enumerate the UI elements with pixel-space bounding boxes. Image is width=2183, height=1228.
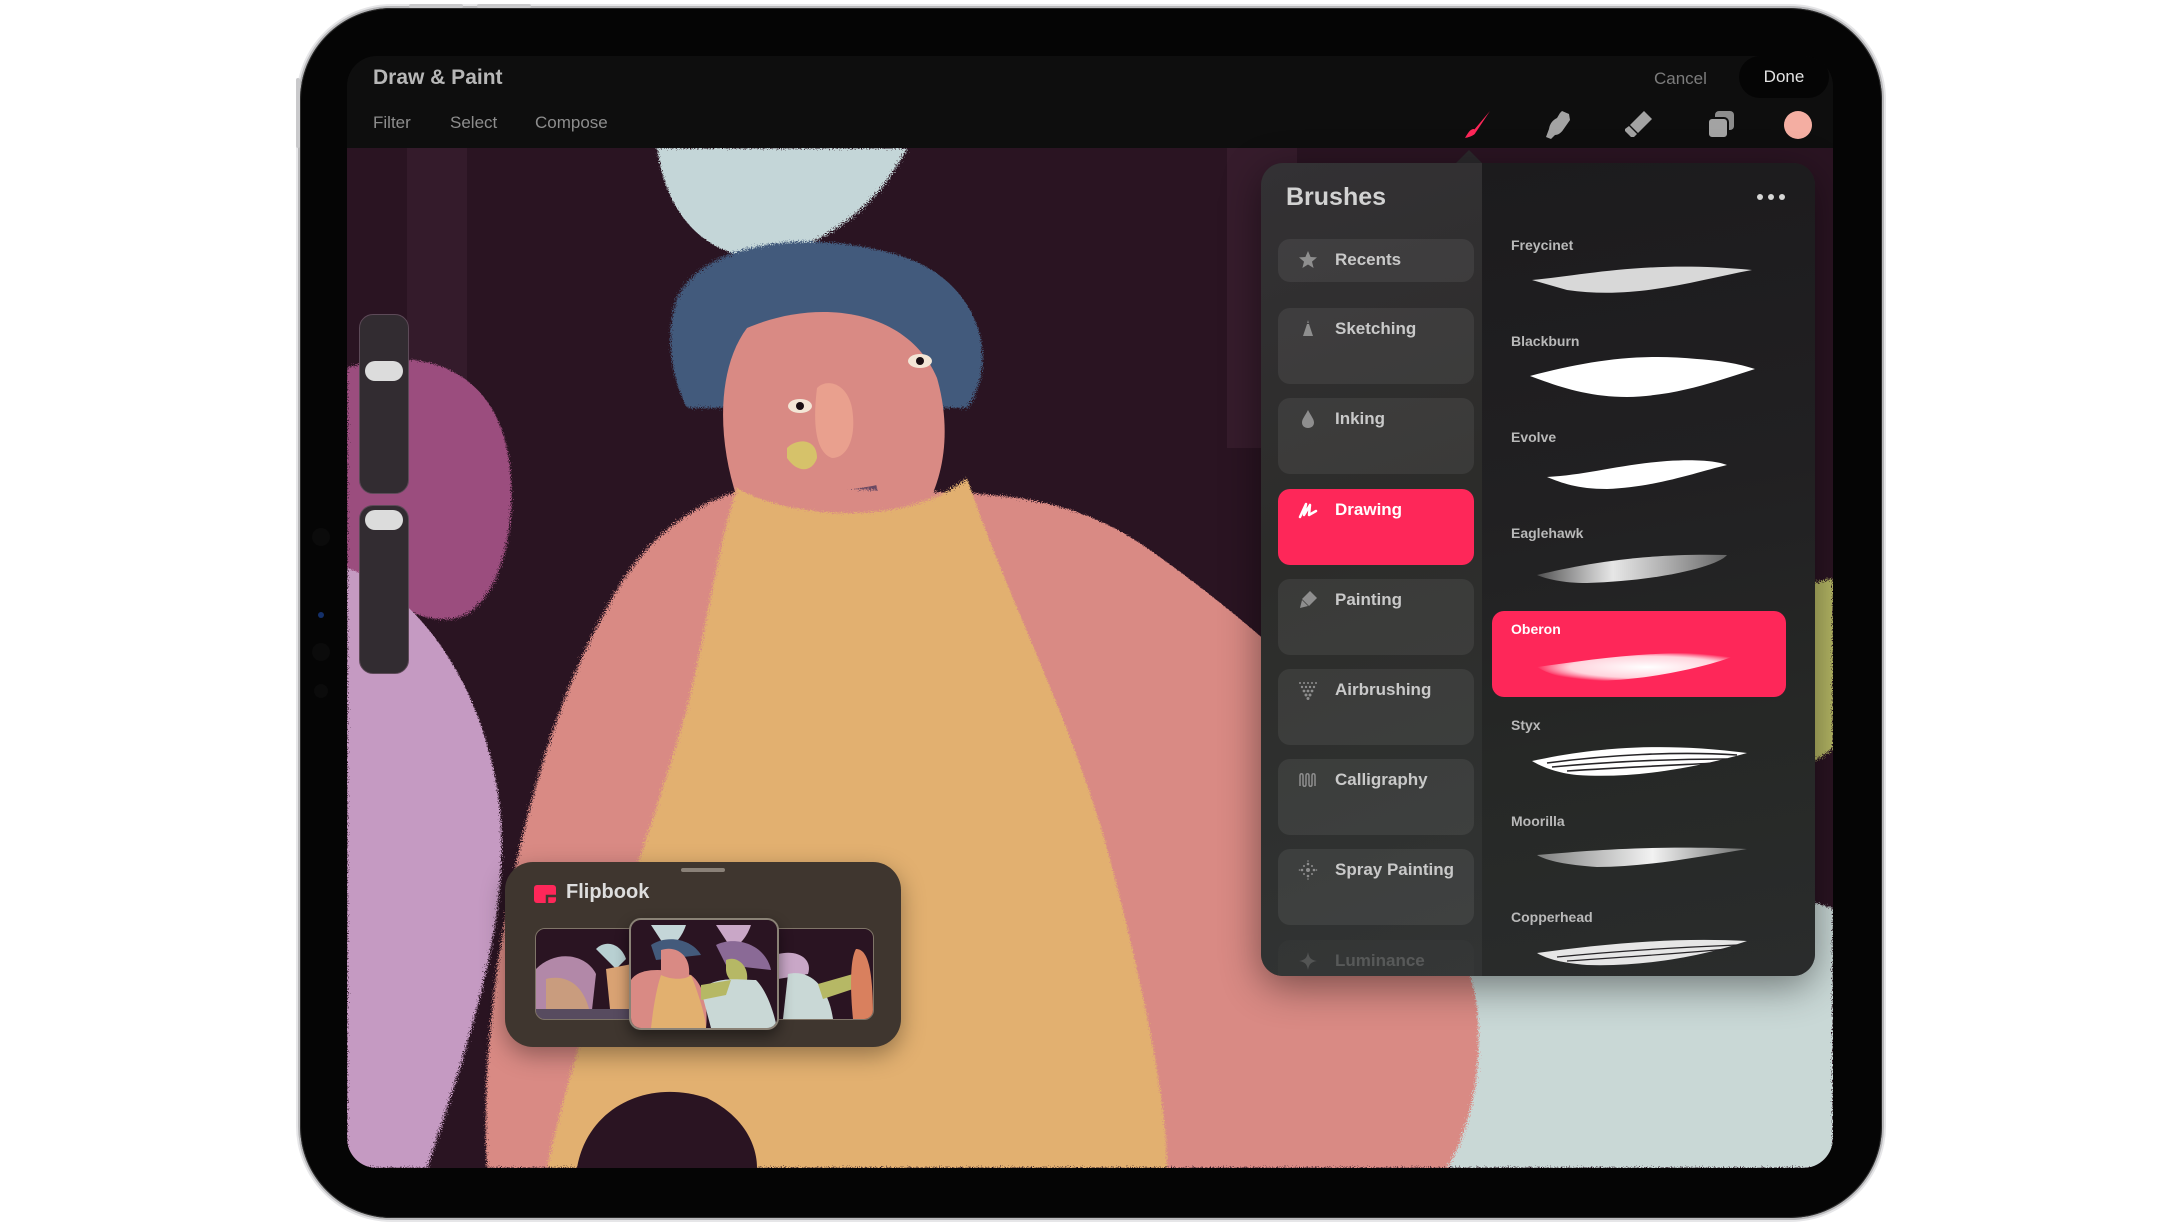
pencil-tip-icon [1298, 319, 1318, 339]
brushes-title: Brushes [1286, 183, 1387, 211]
sparkle-icon [1298, 951, 1318, 971]
category-label: Sketching [1335, 319, 1417, 338]
brush-stroke-preview [1527, 831, 1757, 881]
category-label: Inking [1335, 409, 1386, 428]
brush-item-oberon[interactable]: Oberon [1492, 611, 1786, 697]
camera-lens-3 [314, 684, 328, 698]
frame-preview [536, 929, 632, 1019]
brush-stroke-preview [1527, 639, 1757, 689]
brush-stroke-preview [1527, 735, 1757, 785]
brush-item-eaglehawk[interactable]: Eaglehawk [1492, 515, 1786, 601]
done-button[interactable]: Done [1739, 56, 1829, 98]
brush-categories-panel: Brushes Recents Sketching Inking Drawing… [1261, 163, 1482, 976]
category-inking[interactable]: Inking [1278, 398, 1474, 474]
category-label: Calligraphy [1335, 770, 1428, 789]
brush-name: Blackburn [1511, 333, 1580, 349]
smudge-tool-button[interactable] [1541, 108, 1575, 142]
star-icon [1298, 250, 1318, 270]
sensor-dot [318, 612, 324, 618]
brush-item-styx[interactable]: Styx [1492, 707, 1786, 793]
category-label: Painting [1335, 590, 1403, 609]
category-label: Drawing [1335, 500, 1403, 519]
airbrush-icon [1298, 680, 1318, 700]
menu-select[interactable]: Select [450, 113, 497, 133]
brush-name: Evolve [1511, 429, 1557, 445]
brush-tool-button[interactable] [1461, 108, 1495, 142]
flipbook-frame-next[interactable] [777, 928, 874, 1020]
opacity-slider-thumb[interactable] [365, 510, 403, 530]
calligraphy-icon [1298, 770, 1318, 790]
ellipsis-icon [1779, 194, 1785, 200]
app-screen: Draw & Paint Filter Select Compose Cance… [347, 56, 1833, 1168]
flipbook-title: Flipbook [566, 881, 650, 903]
top-button-1 [409, 4, 463, 8]
brush-size-slider[interactable] [359, 314, 409, 494]
category-painting[interactable]: Painting [1278, 579, 1474, 655]
category-luminance[interactable]: Luminance [1278, 940, 1474, 976]
more-options-button[interactable] [1754, 189, 1788, 205]
smudge-finger-icon [1546, 111, 1570, 139]
brush-item-freycinet[interactable]: Freycinet [1492, 227, 1786, 313]
flipbook-frame-previous[interactable] [535, 928, 633, 1020]
flipbook-panel: Flipbook [505, 862, 901, 1047]
camera-lens-2 [312, 643, 330, 661]
brush-item-evolve[interactable]: Evolve [1492, 419, 1786, 505]
layers-tool-button[interactable] [1704, 108, 1738, 142]
top-bar: Draw & Paint Filter Select Compose Cance… [347, 56, 1833, 148]
brush-name: Freycinet [1511, 237, 1574, 253]
frame-preview [778, 929, 873, 1019]
camera-lens [312, 528, 330, 546]
category-label: Luminance [1335, 951, 1425, 970]
ellipsis-icon [1757, 194, 1763, 200]
eraser-icon [1625, 111, 1652, 137]
ellipsis-icon [1768, 194, 1774, 200]
category-label: Recents [1335, 250, 1402, 269]
menu-compose[interactable]: Compose [535, 113, 608, 133]
paint-brush-icon [1298, 590, 1318, 610]
ink-drop-icon [1298, 409, 1318, 429]
brush-stroke-preview [1527, 447, 1757, 497]
brush-name: Copperhead [1511, 909, 1593, 925]
layers-icon [1707, 111, 1734, 139]
category-sketching[interactable]: Sketching [1278, 308, 1474, 384]
frame-preview [631, 920, 777, 1028]
brush-stroke-preview [1527, 351, 1757, 401]
brush-item-moorilla[interactable]: Moorilla [1492, 803, 1786, 889]
flipbook-frame-current[interactable] [629, 918, 779, 1030]
flipbook-icon [534, 885, 556, 903]
eraser-tool-button[interactable] [1621, 108, 1655, 142]
cancel-button[interactable]: Cancel [1654, 69, 1707, 89]
color-picker-button[interactable] [1784, 111, 1812, 139]
menu-filter[interactable]: Filter [373, 113, 411, 133]
category-label: Spray Painting [1335, 860, 1455, 879]
category-calligraphy[interactable]: Calligraphy [1278, 759, 1474, 835]
category-spray-painting[interactable]: Spray Painting [1278, 849, 1474, 925]
top-button-2 [477, 4, 531, 8]
brush-item-blackburn[interactable]: Blackburn [1492, 323, 1786, 409]
spray-icon [1298, 860, 1318, 880]
brush-name: Eaglehawk [1511, 525, 1584, 541]
scribble-icon [1298, 500, 1318, 520]
category-drawing[interactable]: Drawing [1278, 489, 1474, 565]
brush-stroke-preview [1527, 543, 1757, 593]
opacity-slider[interactable] [359, 505, 409, 674]
app-title: Draw & Paint [373, 66, 503, 89]
brush-item-copperhead[interactable]: Copperhead [1492, 899, 1786, 976]
side-button [296, 78, 300, 148]
brush-stroke-preview [1527, 927, 1757, 976]
category-recents[interactable]: Recents [1278, 239, 1474, 282]
brush-size-slider-thumb[interactable] [365, 361, 403, 381]
category-label: Airbrushing [1335, 680, 1432, 699]
brush-library-popover: Brushes Recents Sketching Inking Drawing… [1261, 163, 1815, 976]
popover-arrow [1455, 150, 1483, 164]
paintbrush-icon [1465, 111, 1490, 138]
brush-name: Oberon [1511, 621, 1561, 637]
category-airbrushing[interactable]: Airbrushing [1278, 669, 1474, 745]
brush-stroke-preview [1527, 255, 1757, 305]
flipbook-drag-handle[interactable] [681, 868, 725, 872]
brush-name: Moorilla [1511, 813, 1565, 829]
brush-name: Styx [1511, 717, 1541, 733]
